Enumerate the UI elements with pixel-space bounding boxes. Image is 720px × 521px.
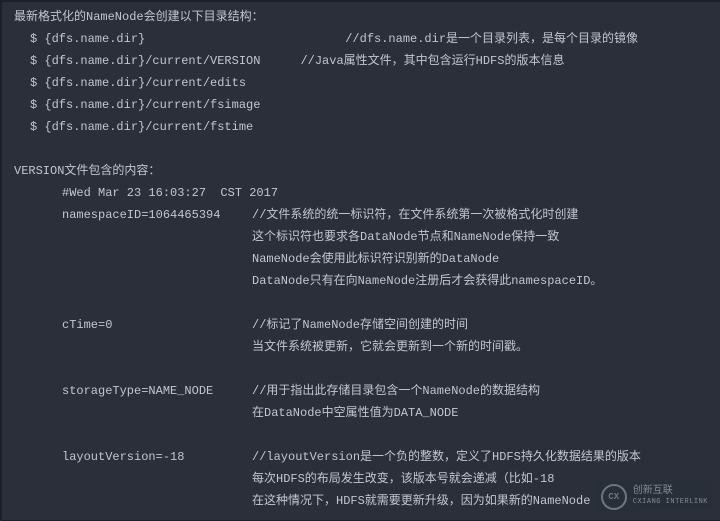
path: $ {dfs.name.dir}/current/VERSION bbox=[30, 54, 260, 68]
watermark-logo-icon: CX bbox=[601, 484, 627, 510]
watermark-cn: 创新互联 bbox=[633, 486, 708, 497]
text-line: $ {dfs.name.dir}/current/VERSION //Java属性… bbox=[14, 50, 708, 72]
text-line: cTime=0//标记了NameNode存储空间创建的时间 bbox=[14, 314, 708, 336]
comment: 每次HDFS的布局发生改变，该版本号就会递减（比如-18 bbox=[252, 472, 554, 486]
text-line: 这个标识符也要求各DataNode节点和NameNode保持一致 bbox=[14, 226, 708, 248]
text-line: 最新格式化的NameNode会创建以下目录结构： bbox=[14, 6, 708, 28]
text-line: $ {dfs.name.dir}/current/fstime bbox=[14, 116, 708, 138]
text-line: $ {dfs.name.dir} //dfs.name.dir是一个目录列表，是每… bbox=[14, 28, 708, 50]
comment: //layoutVersion是一个负的整数，定义了HDFS持久化数据结果的版本 bbox=[252, 450, 641, 464]
comment: 在这种情况下，HDFS就需要更新升级，因为如果新的NameNode bbox=[252, 494, 590, 508]
comment: DataNode只有在向NameNode注册后才会获得此namespaceID。 bbox=[252, 274, 602, 288]
key-value: namespaceID=1064465394 bbox=[62, 204, 252, 226]
text-line: VERSION文件包含的内容： bbox=[14, 160, 708, 182]
path: $ {dfs.name.dir} bbox=[30, 32, 145, 46]
comment: //Java属性文件，其中包含运行HDFS的版本信息 bbox=[300, 54, 564, 68]
text-line: $ {dfs.name.dir}/current/fsimage bbox=[14, 94, 708, 116]
text-line: namespaceID=1064465394//文件系统的统一标识符，在文件系统… bbox=[14, 204, 708, 226]
comment: //文件系统的统一标识符，在文件系统第一次被格式化时创建 bbox=[252, 208, 578, 222]
text-line: DataNode只有在向NameNode注册后才会获得此namespaceID。 bbox=[14, 270, 708, 292]
blank-line bbox=[14, 358, 708, 380]
blank-line bbox=[14, 424, 708, 446]
comment: 在DataNode中空属性值为DATA_NODE bbox=[252, 406, 458, 420]
watermark-py: CXIANG INTERLINK bbox=[633, 497, 708, 508]
comment: //dfs.name.dir是一个目录列表，是每个目录的镜像 bbox=[345, 32, 638, 46]
comment: 当文件系统被更新，它就会更新到一个新的时间戳。 bbox=[252, 340, 528, 354]
key-value: cTime=0 bbox=[62, 314, 252, 336]
comment: //标记了NameNode存储空间创建的时间 bbox=[252, 318, 468, 332]
text-line: storageType=NAME_NODE//用于指出此存储目录包含一个Name… bbox=[14, 380, 708, 402]
blank-line bbox=[14, 292, 708, 314]
watermark: CX 创新互联 CXIANG INTERLINK bbox=[597, 482, 712, 512]
comment: 这个标识符也要求各DataNode节点和NameNode保持一致 bbox=[252, 230, 559, 244]
text-line: $ {dfs.name.dir}/current/edits bbox=[14, 72, 708, 94]
comment: //用于指出此存储目录包含一个NameNode的数据结构 bbox=[252, 384, 540, 398]
text-line: 在DataNode中空属性值为DATA_NODE bbox=[14, 402, 708, 424]
blank-line bbox=[14, 138, 708, 160]
key-value: storageType=NAME_NODE bbox=[62, 380, 252, 402]
key-value: layoutVersion=-18 bbox=[62, 446, 252, 468]
comment: NameNode会使用此标识符识别新的DataNode bbox=[252, 252, 499, 266]
text-line: NameNode会使用此标识符识别新的DataNode bbox=[14, 248, 708, 270]
text-line: #Wed Mar 23 16:03:27 CST 2017 bbox=[14, 182, 708, 204]
text-line: layoutVersion=-18//layoutVersion是一个负的整数，… bbox=[14, 446, 708, 468]
text-line: 当文件系统被更新，它就会更新到一个新的时间戳。 bbox=[14, 336, 708, 358]
code-block: 最新格式化的NameNode会创建以下目录结构： $ {dfs.name.dir… bbox=[2, 2, 720, 516]
